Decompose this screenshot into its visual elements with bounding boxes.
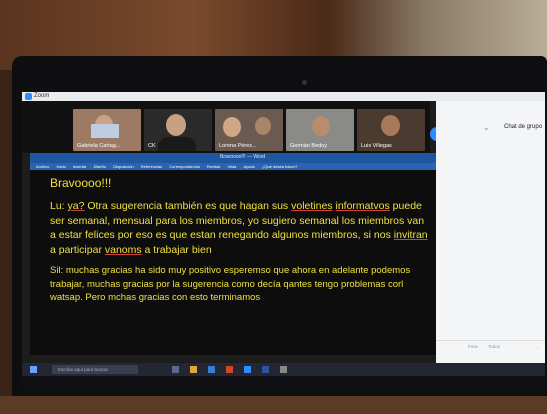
chat-panel: ⌄ Chat de grupo Para: Todos …	[436, 101, 545, 363]
file-explorer-icon[interactable]	[190, 366, 197, 373]
windows-taskbar: Escribe aquí para buscar	[22, 363, 545, 376]
ribbon-tab[interactable]: Ayuda	[243, 164, 254, 169]
paragraph-text: tengo problemas	[311, 278, 388, 290]
chat-title: Chat de grupo	[504, 124, 543, 130]
participant-name: Lorena Pérez...	[219, 143, 257, 149]
taskbar-app-icon[interactable]	[280, 366, 287, 373]
misspelled-word: qantes	[283, 278, 312, 290]
ribbon-tab[interactable]: Insertar	[73, 164, 87, 169]
participant-video	[166, 114, 186, 136]
windows-start-icon[interactable]	[30, 366, 37, 373]
speaker-label: Lu:	[50, 200, 65, 212]
edge-icon[interactable]	[208, 366, 215, 373]
word-ribbon: Archivo Inicio Insertar Diseño Disposici…	[30, 163, 436, 170]
desk	[0, 396, 547, 414]
ribbon-tab[interactable]: Diseño	[94, 164, 106, 169]
participant-name: Luis Villegas	[361, 143, 392, 149]
task-view-icon[interactable]	[172, 366, 179, 373]
document-title: Bravoooo!!! — Word	[220, 154, 266, 160]
paragraph-text: a participar	[50, 243, 105, 256]
ribbon-tab[interactable]: Correspondencia	[169, 164, 199, 169]
held-document	[91, 124, 119, 138]
paragraph-text: watsap. Pero	[50, 292, 109, 303]
participant-shoulders	[158, 137, 196, 151]
recipient-select[interactable]: Todos	[488, 344, 500, 349]
participant-tile[interactable]: Germán Bedoy	[286, 109, 354, 151]
chevron-down-icon[interactable]: ⌄	[483, 123, 490, 132]
speaker-label: Sil:	[50, 265, 64, 276]
paragraph-text: gracias con esto terminamos	[136, 292, 261, 303]
participant-name: Germán Bedoy	[290, 143, 327, 149]
paragraph-text: Otra sugerencia también es que hagan sus	[84, 200, 292, 212]
webcam	[302, 80, 307, 85]
chat-header: ⌄ Chat de grupo	[436, 121, 545, 137]
screen-bottom-edge	[22, 376, 545, 390]
ribbon-tab[interactable]: Vista	[228, 164, 237, 169]
participant-video	[312, 116, 330, 136]
zoom-taskbar-icon[interactable]	[244, 366, 251, 373]
word-titlebar: Bravoooo!!! — Word	[30, 153, 436, 163]
misspelled-word: vanoms	[104, 243, 142, 256]
ribbon-search[interactable]: ¿Qué desea hacer?	[262, 164, 297, 169]
taskbar-search[interactable]: Escribe aquí para buscar	[52, 365, 138, 374]
more-icon[interactable]: …	[535, 344, 540, 349]
recipient-label: Para:	[468, 344, 479, 349]
sil-paragraph: Sil: muchas gracias ha sido muy positivo…	[50, 264, 430, 305]
misspelled-word: informatvos	[335, 200, 390, 212]
participant-tile[interactable]: CK	[144, 109, 212, 151]
zoom-titlebar: Zoom	[22, 92, 545, 101]
powerpoint-icon[interactable]	[226, 366, 233, 373]
misspelled-word: esperemso	[223, 265, 271, 276]
misspelled-word: mchas	[108, 292, 137, 303]
word-taskbar-icon[interactable]	[262, 366, 269, 373]
document-body: Bravoooo!!! Lu: ya? Otra sugerencia tamb…	[30, 170, 436, 355]
laptop-screen: Zoom Gabriela Cartag... CK Lorena Pérez.…	[22, 92, 545, 390]
participant-video	[223, 117, 241, 137]
document-text: Bravoooo!!! Lu: ya? Otra sugerencia tamb…	[50, 176, 430, 305]
misspelled-word: ya?	[67, 200, 85, 212]
participant-tile[interactable]: Gabriela Cartag...	[73, 109, 141, 151]
misspelled-word: voletines	[291, 200, 333, 212]
ribbon-tab[interactable]: Revisar	[207, 164, 221, 169]
app-title: Zoom	[34, 93, 50, 99]
paragraph-text: a trabajar bien	[141, 243, 212, 256]
participant-video	[255, 117, 271, 135]
participant-name: CK	[148, 143, 156, 149]
chat-recipient-bar[interactable]: Para: Todos …	[436, 340, 545, 357]
paragraph-text: muchas gracias ha sido muy positivo	[63, 265, 224, 276]
ribbon-tab[interactable]: Referencias	[141, 164, 162, 169]
participant-strip: Gabriela Cartag... CK Lorena Pérez... Ge…	[22, 101, 430, 153]
zoom-logo-icon	[25, 93, 32, 100]
misspelled-word: corl	[387, 278, 404, 290]
participant-name: Gabriela Cartag...	[77, 143, 121, 149]
ribbon-tab[interactable]: Disposición	[113, 164, 133, 169]
misspelled-word: invitran	[393, 229, 428, 241]
document-heading: Bravoooo!!!	[50, 176, 112, 190]
ribbon-tab[interactable]: Archivo	[36, 164, 49, 169]
participant-tile[interactable]: Luis Villegas	[357, 109, 425, 151]
participant-video	[381, 115, 400, 136]
participant-tile[interactable]: Lorena Pérez...	[215, 109, 283, 151]
shared-screen: Bravoooo!!! — Word Archivo Inicio Insert…	[30, 153, 436, 355]
lu-paragraph: Lu: ya? Otra sugerencia también es que h…	[50, 199, 430, 257]
ribbon-tab[interactable]: Inicio	[56, 164, 65, 169]
